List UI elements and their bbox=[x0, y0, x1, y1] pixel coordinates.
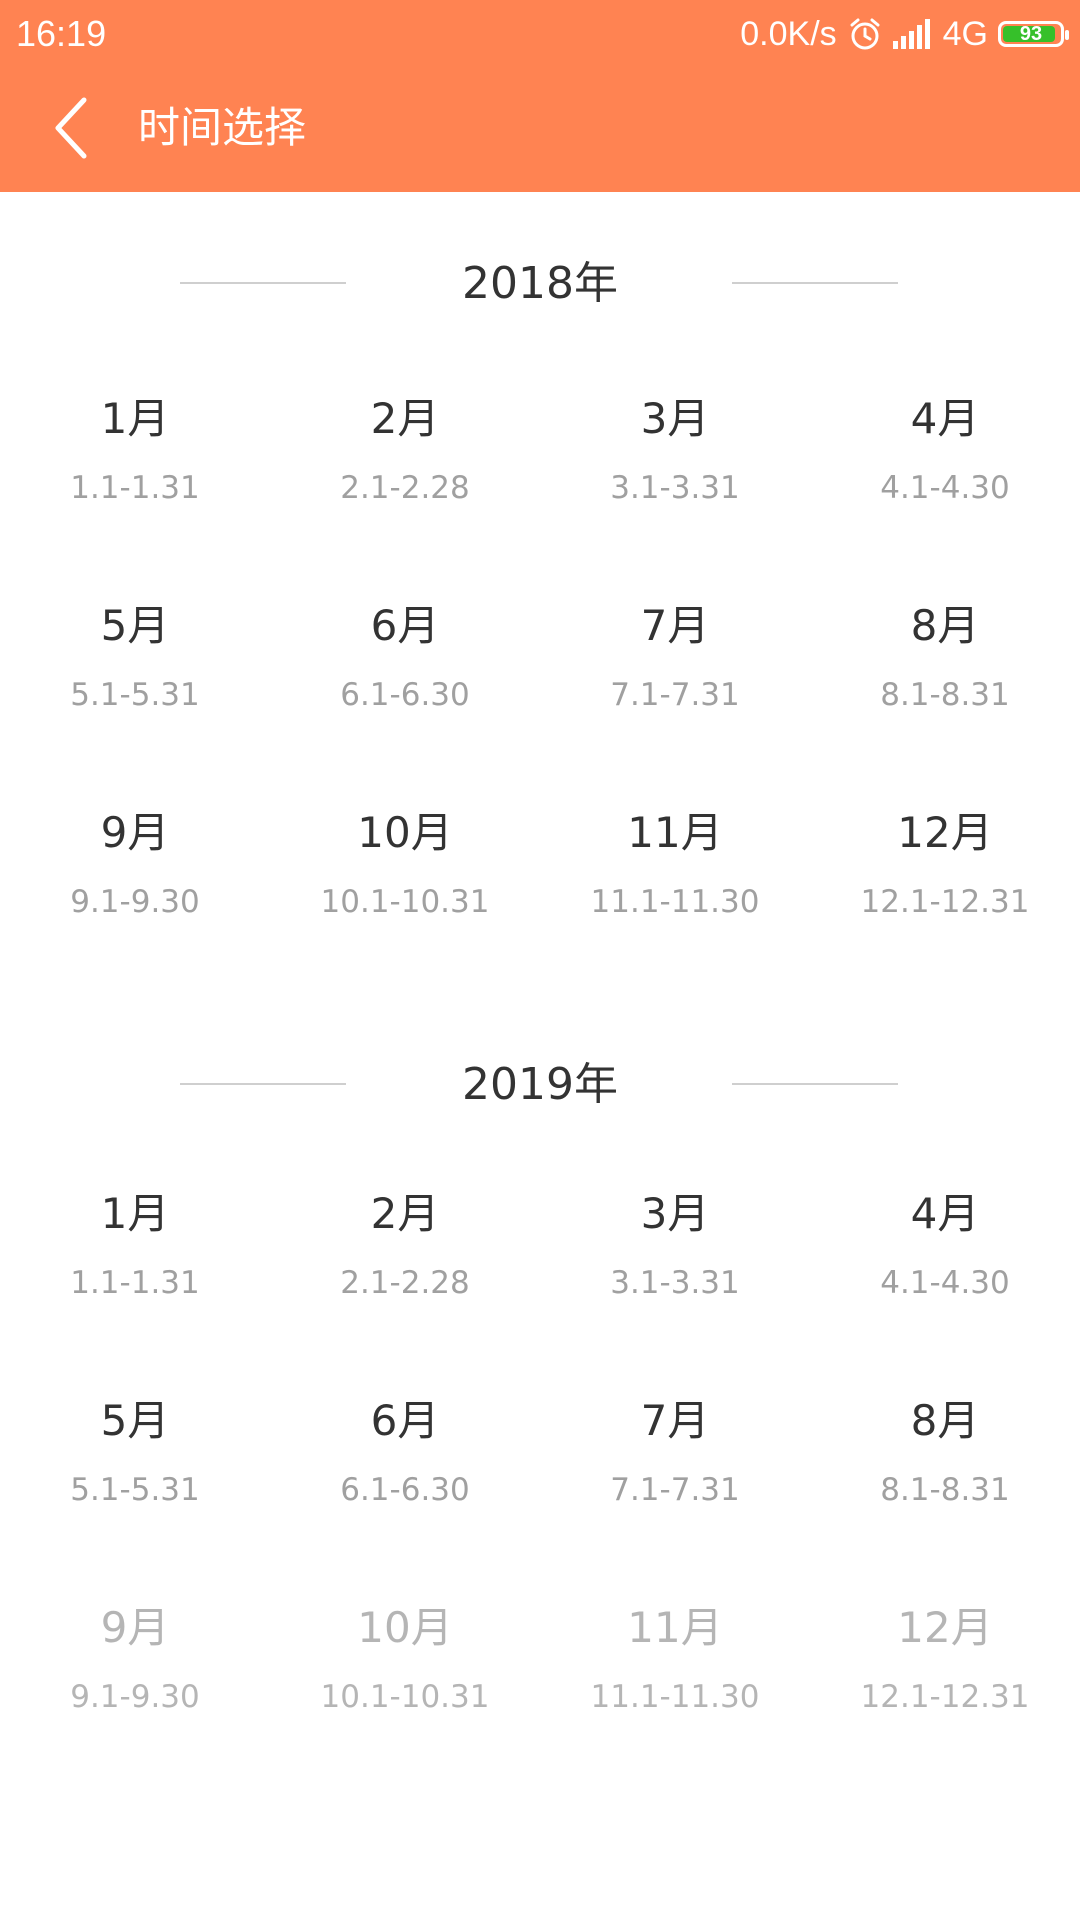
month-cell: 12月 12.1-12.31 bbox=[810, 1581, 1080, 1788]
month-name: 7月 bbox=[640, 1396, 710, 1445]
month-date-range: 11.1-11.30 bbox=[590, 884, 760, 920]
month-date-range: 12.1-12.31 bbox=[860, 884, 1030, 920]
month-grid: 1月 1.1-1.31 2月 2.1-2.28 3月 3.1-3.31 4月 4.1-4.30… bbox=[0, 1167, 1080, 1788]
month-date-range: 5.1-5.31 bbox=[70, 1472, 200, 1508]
year-label: 2019年 bbox=[462, 1059, 618, 1110]
month-picker: 2018年 1月 1.1-1.31 2月 2.1-2.28 3月 3.1-3.31 4月 4.… bbox=[0, 192, 1080, 1788]
month-date-range: 3.1-3.31 bbox=[610, 470, 740, 506]
month-date-range: 10.1-10.31 bbox=[320, 884, 490, 920]
month-name: 3月 bbox=[640, 1189, 710, 1238]
month-name: 4月 bbox=[910, 1189, 980, 1238]
month-date-range: 6.1-6.30 bbox=[340, 677, 470, 713]
month-date-range: 8.1-8.31 bbox=[880, 1472, 1010, 1508]
page-title: 时间选择 bbox=[138, 103, 307, 152]
title-bar: 时间选择 bbox=[0, 70, 1080, 192]
month-cell: 9月 9.1-9.30 bbox=[0, 1581, 270, 1788]
month-date-range: 8.1-8.31 bbox=[880, 677, 1010, 713]
month-name: 8月 bbox=[910, 601, 980, 650]
month-date-range: 2.1-2.28 bbox=[340, 470, 470, 506]
month-date-range: 7.1-7.31 bbox=[610, 1472, 740, 1508]
year-header: 2019年 bbox=[0, 993, 1080, 1167]
year-section-1: 2019年 1月 1.1-1.31 2月 2.1-2.28 3月 3.1-3.31 4月 4.… bbox=[0, 993, 1080, 1788]
month-date-range: 1.1-1.31 bbox=[70, 470, 200, 506]
month-name: 2月 bbox=[370, 394, 440, 443]
month-cell[interactable]: 8月 8.1-8.31 bbox=[810, 579, 1080, 786]
status-bar: 16:19 0.0K/s 4G 93 bbox=[0, 0, 1080, 70]
month-cell[interactable]: 2月 2.1-2.28 bbox=[270, 1167, 540, 1374]
month-date-range: 11.1-11.30 bbox=[590, 1679, 760, 1715]
app-header: 16:19 0.0K/s 4G 93 时间选择 bbox=[0, 0, 1080, 192]
month-cell[interactable]: 3月 3.1-3.31 bbox=[540, 1167, 810, 1374]
alarm-clock-icon bbox=[847, 16, 883, 52]
month-grid: 1月 1.1-1.31 2月 2.1-2.28 3月 3.1-3.31 4月 4.1-4.30… bbox=[0, 372, 1080, 993]
month-date-range: 1.1-1.31 bbox=[70, 1265, 200, 1301]
month-cell[interactable]: 11月 11.1-11.30 bbox=[540, 786, 810, 993]
month-cell[interactable]: 9月 9.1-9.30 bbox=[0, 786, 270, 993]
chevron-left-icon bbox=[55, 97, 87, 159]
month-cell[interactable]: 2月 2.1-2.28 bbox=[270, 372, 540, 579]
month-name: 6月 bbox=[370, 1396, 440, 1445]
month-cell[interactable]: 6月 6.1-6.30 bbox=[270, 1374, 540, 1581]
status-time: 16:19 bbox=[16, 13, 107, 54]
battery-level: 93 bbox=[1019, 23, 1043, 45]
month-name: 11月 bbox=[627, 808, 723, 857]
month-cell[interactable]: 5月 5.1-5.31 bbox=[0, 1374, 270, 1581]
month-name: 12月 bbox=[897, 808, 993, 857]
month-name: 11月 bbox=[627, 1603, 723, 1652]
month-cell[interactable]: 4月 4.1-4.30 bbox=[810, 372, 1080, 579]
network-type: 4G bbox=[942, 15, 988, 53]
network-speed: 0.0K/s bbox=[740, 15, 837, 53]
month-date-range: 10.1-10.31 bbox=[320, 1679, 490, 1715]
month-date-range: 2.1-2.28 bbox=[340, 1265, 470, 1301]
divider-right bbox=[732, 282, 898, 284]
signal-bars-icon bbox=[892, 19, 933, 49]
month-cell[interactable]: 7月 7.1-7.31 bbox=[540, 1374, 810, 1581]
month-name: 9月 bbox=[100, 808, 170, 857]
month-cell: 11月 11.1-11.30 bbox=[540, 1581, 810, 1788]
month-name: 6月 bbox=[370, 601, 440, 650]
month-cell[interactable]: 5月 5.1-5.31 bbox=[0, 579, 270, 786]
month-name: 12月 bbox=[897, 1603, 993, 1652]
back-button[interactable] bbox=[36, 92, 108, 164]
month-cell[interactable]: 1月 1.1-1.31 bbox=[0, 1167, 270, 1374]
month-cell[interactable]: 3月 3.1-3.31 bbox=[540, 372, 810, 579]
month-date-range: 9.1-9.30 bbox=[70, 884, 200, 920]
month-cell[interactable]: 6月 6.1-6.30 bbox=[270, 579, 540, 786]
month-name: 7月 bbox=[640, 601, 710, 650]
status-indicators: 0.0K/s 4G 93 bbox=[740, 10, 1069, 58]
month-name: 5月 bbox=[100, 1396, 170, 1445]
month-date-range: 3.1-3.31 bbox=[610, 1265, 740, 1301]
month-date-range: 12.1-12.31 bbox=[860, 1679, 1030, 1715]
divider-right bbox=[732, 1083, 898, 1085]
month-date-range: 4.1-4.30 bbox=[880, 1265, 1010, 1301]
month-name: 10月 bbox=[357, 808, 453, 857]
month-name: 3月 bbox=[640, 394, 710, 443]
year-section-0: 2018年 1月 1.1-1.31 2月 2.1-2.28 3月 3.1-3.31 4月 4.… bbox=[0, 192, 1080, 993]
month-date-range: 5.1-5.31 bbox=[70, 677, 200, 713]
month-name: 8月 bbox=[910, 1396, 980, 1445]
month-date-range: 9.1-9.30 bbox=[70, 1679, 200, 1715]
month-cell[interactable]: 4月 4.1-4.30 bbox=[810, 1167, 1080, 1374]
month-name: 2月 bbox=[370, 1189, 440, 1238]
month-date-range: 4.1-4.30 bbox=[880, 470, 1010, 506]
month-cell[interactable]: 7月 7.1-7.31 bbox=[540, 579, 810, 786]
month-name: 10月 bbox=[357, 1603, 453, 1652]
year-label: 2018年 bbox=[462, 258, 618, 309]
month-date-range: 6.1-6.30 bbox=[340, 1472, 470, 1508]
battery-icon: 93 bbox=[998, 21, 1069, 47]
month-cell[interactable]: 10月 10.1-10.31 bbox=[270, 786, 540, 993]
year-header: 2018年 bbox=[0, 192, 1080, 372]
month-name: 5月 bbox=[100, 601, 170, 650]
month-name: 1月 bbox=[100, 394, 170, 443]
month-cell: 10月 10.1-10.31 bbox=[270, 1581, 540, 1788]
month-name: 9月 bbox=[100, 1603, 170, 1652]
month-date-range: 7.1-7.31 bbox=[610, 677, 740, 713]
month-name: 4月 bbox=[910, 394, 980, 443]
month-cell[interactable]: 1月 1.1-1.31 bbox=[0, 372, 270, 579]
month-cell[interactable]: 8月 8.1-8.31 bbox=[810, 1374, 1080, 1581]
month-cell[interactable]: 12月 12.1-12.31 bbox=[810, 786, 1080, 993]
month-name: 1月 bbox=[100, 1189, 170, 1238]
